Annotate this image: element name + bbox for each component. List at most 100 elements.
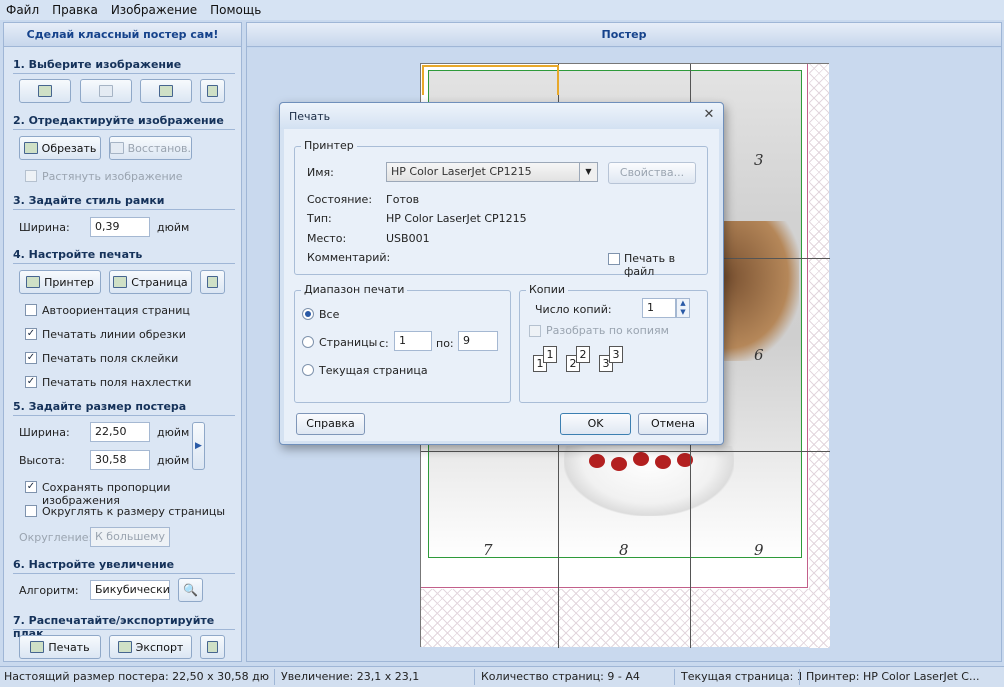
- image-icon: [207, 641, 218, 653]
- restore-label: Восстанов.: [127, 141, 191, 155]
- image-berry: [589, 454, 605, 468]
- overlap-checkbox[interactable]: ✓: [25, 376, 37, 388]
- print-button[interactable]: Печать: [19, 635, 101, 659]
- copies-spinner[interactable]: ▲ ▼: [676, 298, 690, 318]
- type-label: Тип:: [307, 212, 332, 225]
- paste-icon: [99, 85, 113, 97]
- apply-size-button[interactable]: ▶: [192, 422, 205, 470]
- frame-width-unit: дюйм: [157, 221, 190, 234]
- cut-line: [421, 587, 808, 588]
- section-poster-size: 5. Задайте размер постера: [13, 400, 187, 413]
- collate-pages-icon: 1 1: [533, 346, 563, 374]
- divider: [13, 73, 235, 74]
- section-print-setup: 4. Настройте печать: [13, 248, 143, 261]
- status-divider: [274, 669, 275, 685]
- collate-pages-icon: 3 3: [599, 346, 629, 374]
- page-setup-button[interactable]: Страница: [109, 270, 192, 294]
- glue-checkbox[interactable]: ✓: [25, 352, 37, 364]
- print-dialog: Печать ✕ Принтер Имя: HP Color LaserJet …: [279, 102, 724, 445]
- crop-button[interactable]: Обрезать: [19, 136, 101, 160]
- status-label: Состояние:: [307, 193, 373, 206]
- export-icon: [117, 641, 132, 653]
- collate-pages-icon: 2 2: [566, 346, 596, 374]
- poster-width-unit: дюйм: [157, 426, 190, 439]
- menu-image[interactable]: Изображение: [111, 3, 197, 17]
- status-poster-size: Настоящий размер постера: 22,50 x 30,58 …: [4, 670, 270, 683]
- frame-width-input[interactable]: 0,39: [90, 217, 150, 237]
- collate-checkbox[interactable]: [529, 325, 541, 337]
- printer-label: Принтер: [44, 275, 94, 289]
- help-button[interactable]: Справка: [296, 413, 365, 435]
- overlap-label: Печатать поля нахлестки: [42, 376, 192, 389]
- page-preview-button[interactable]: [200, 270, 225, 294]
- rounding-value: К большему: [95, 530, 165, 543]
- menu-help[interactable]: Помощь: [210, 3, 261, 17]
- chevron-up-icon: ▲: [680, 299, 686, 307]
- section-upscale: 6. Настройте увеличение: [13, 558, 175, 571]
- image-berry: [655, 455, 671, 469]
- cancel-button[interactable]: Отмена: [638, 413, 708, 435]
- open-image-icon: [38, 85, 52, 97]
- divider: [13, 573, 235, 574]
- open-image-button[interactable]: [19, 79, 71, 103]
- print-to-file-checkbox[interactable]: [608, 253, 620, 265]
- copies-label: Число копий:: [535, 303, 612, 316]
- divider: [13, 209, 235, 210]
- range-current-radio[interactable]: [302, 364, 314, 376]
- print-label: Печать: [48, 640, 90, 654]
- menu-edit[interactable]: Правка: [52, 3, 98, 17]
- printer-name-label: Имя:: [307, 166, 334, 179]
- restore-icon: [110, 142, 124, 154]
- properties-button[interactable]: Свойства...: [608, 162, 696, 184]
- close-icon[interactable]: ✕: [701, 107, 717, 123]
- rounding-label: Округление:: [19, 531, 93, 544]
- image-berry: [611, 457, 627, 471]
- status-divider: [474, 669, 475, 685]
- divider: [13, 415, 235, 416]
- scan-image-button[interactable]: [140, 79, 192, 103]
- range-pages-radio[interactable]: [302, 336, 314, 348]
- printer-group: Принтер Имя: HP Color LaserJet CP1215 ▼ …: [294, 139, 708, 278]
- comment-label: Комментарий:: [307, 251, 391, 264]
- printer-icon: [30, 641, 45, 653]
- export-button[interactable]: Экспорт: [109, 635, 192, 659]
- export-image-button[interactable]: [200, 635, 225, 659]
- arrow-right-icon: ▶: [195, 441, 202, 451]
- to-page-input[interactable]: 9: [458, 331, 498, 351]
- poster-width-input[interactable]: 22,50: [90, 422, 150, 442]
- dialog-body: Принтер Имя: HP Color LaserJet CP1215 ▼ …: [284, 129, 719, 441]
- zoom-preview-button[interactable]: 🔍: [178, 578, 203, 602]
- algorithm-select[interactable]: Бикубический: [90, 580, 170, 600]
- autoorient-checkbox[interactable]: [25, 304, 37, 316]
- tile-number: 7: [483, 541, 493, 559]
- tile-line: [421, 451, 830, 452]
- paste-image-button[interactable]: [80, 79, 132, 103]
- divider: [13, 129, 235, 130]
- type-value: HP Color LaserJet CP1215: [386, 212, 527, 225]
- status-page-count: Количество страниц: 9 - A4: [481, 670, 640, 683]
- printer-group-title: Принтер: [301, 139, 357, 152]
- menu-file[interactable]: Файл: [6, 3, 39, 17]
- rounding-select[interactable]: К большему: [90, 527, 170, 547]
- frame-width-label: Ширина:: [19, 221, 70, 234]
- chevron-down-icon: ▼: [579, 163, 597, 181]
- ok-button[interactable]: OK: [560, 413, 631, 435]
- external-link-button[interactable]: [200, 79, 225, 103]
- copies-input[interactable]: 1: [642, 298, 676, 318]
- copies-group: Копии Число копий: 1 ▲ ▼ Разобрать по коп…: [519, 283, 708, 403]
- wizard-header: Сделай классный постер сам!: [4, 23, 241, 47]
- from-page-input[interactable]: 1: [394, 331, 432, 351]
- status-value: Готов: [386, 193, 420, 206]
- section-frame-style: 3. Задайте стиль рамки: [13, 194, 165, 207]
- printer-name-select[interactable]: HP Color LaserJet CP1215 ▼: [386, 162, 598, 182]
- range-all-radio[interactable]: [302, 308, 314, 320]
- stretch-checkbox[interactable]: [25, 170, 37, 182]
- printer-button[interactable]: Принтер: [19, 270, 101, 294]
- cutlines-checkbox[interactable]: ✓: [25, 328, 37, 340]
- restore-button[interactable]: Восстанов.: [109, 136, 192, 160]
- round-checkbox[interactable]: [25, 505, 37, 517]
- overlap-margin: [809, 64, 829, 648]
- poster-height-label: Высота:: [19, 454, 65, 467]
- poster-height-input[interactable]: 30,58: [90, 450, 150, 470]
- keep-proportions-checkbox[interactable]: ✓: [25, 481, 37, 493]
